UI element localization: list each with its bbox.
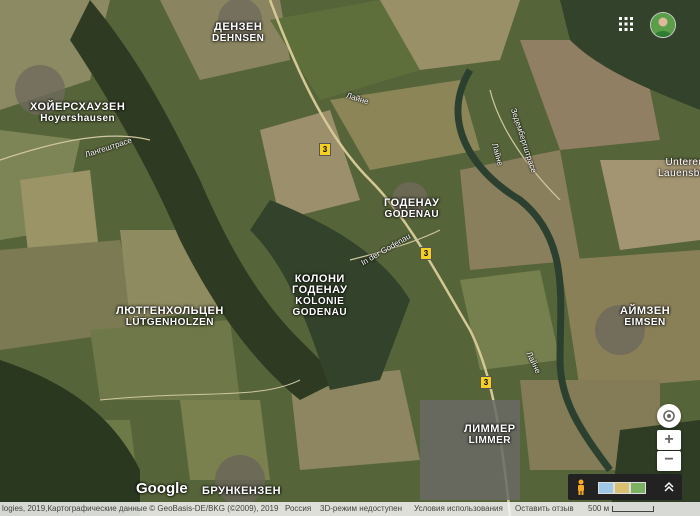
place-name-line2: Lauensber <box>658 168 700 179</box>
feedback-link[interactable]: Оставить отзыв <box>515 502 574 516</box>
place-hoyershausen[interactable]: ХОЙЕРСХАУЗЕН Hoyershausen <box>30 101 126 125</box>
place-lutgenholzen[interactable]: ЛЮТГЕНХОЛЬЦЕН LÜTGENHOLZEN <box>116 305 224 329</box>
terms-link[interactable]: Условия использования <box>414 502 503 516</box>
place-name-latin: KOLONIE GODENAU <box>292 296 348 318</box>
place-brunkensen[interactable]: БРУНКЕНЗЕН <box>202 486 281 497</box>
place-name: ЛЮТГЕНХОЛЬЦЕН <box>116 305 224 317</box>
place-name-latin: LIMMER <box>468 435 512 446</box>
place-name-line2: ГОДЕНАУ <box>292 284 348 296</box>
attribution-footer: logies, 2019,Картографические данные © G… <box>0 502 700 516</box>
place-name: БРУНКЕНЗЕН <box>202 485 282 497</box>
place-name: Unterer <box>665 157 700 168</box>
road-shield: 3 <box>420 247 432 260</box>
road-shield: 3 <box>319 143 331 156</box>
road-shield: 3 <box>480 376 492 389</box>
my-location-button[interactable] <box>657 404 681 428</box>
country-label: Россия <box>285 504 312 513</box>
place-name: ДЕНЗЕН <box>214 21 263 33</box>
place-unterer-lauensberg[interactable]: Unterer Lauensber <box>658 157 700 179</box>
place-dehnsen[interactable]: ДЕНЗЕН DEHNSEN <box>212 21 265 45</box>
layer-thumb-satellite[interactable] <box>630 482 646 494</box>
pegman-icon[interactable] <box>572 478 590 496</box>
place-limmer[interactable]: ЛИММЕР LIMMER <box>464 423 516 447</box>
satellite-imagery <box>0 0 700 516</box>
place-name: ЛИММЕР <box>464 423 516 435</box>
chevron-up-icon[interactable] <box>660 478 678 496</box>
layers-widget <box>568 474 682 500</box>
zoom-in-button[interactable]: + <box>657 430 681 450</box>
place-name-latin: LÜTGENHOLZEN <box>125 317 215 328</box>
place-name-latin: EIMSEN <box>624 317 666 328</box>
place-name: АЙМЗЕН <box>620 305 671 317</box>
map-canvas[interactable]: ДЕНЗЕН DEHNSEN ХОЙЕРСХАУЗЕН Hoyershausen… <box>0 0 700 516</box>
place-godenau[interactable]: ГОДЕНАУ GODENAU <box>384 197 440 221</box>
my-location-icon <box>663 410 675 422</box>
zoom-out-button[interactable]: − <box>657 451 681 471</box>
layer-thumb-terrain[interactable] <box>614 482 630 494</box>
place-name: ХОЙЕРСХАУЗЕН <box>30 101 126 113</box>
place-eimsen[interactable]: АЙМЗЕН EIMSEN <box>620 305 671 329</box>
google-logo: Google <box>136 480 188 497</box>
apps-grid-icon[interactable] <box>614 12 638 36</box>
3d-mode-status: 3D-режим недоступен <box>320 504 403 513</box>
place-kolonie-godenau[interactable]: КОЛОНИ ГОДЕНАУ KOLONIE GODENAU <box>292 274 348 319</box>
map-data-attribution: logies, 2019,Картографические данные © G… <box>2 504 279 513</box>
user-avatar-icon[interactable] <box>650 12 676 38</box>
scale-label: 500 м <box>588 504 610 513</box>
place-name: ГОДЕНАУ <box>384 197 440 209</box>
place-name-latin: GODENAU <box>384 209 440 220</box>
place-name-latin: DEHNSEN <box>212 33 265 44</box>
scale-bar <box>612 506 654 512</box>
layer-thumb-map[interactable] <box>598 482 614 494</box>
place-name-latin: Hoyershausen <box>40 113 116 124</box>
